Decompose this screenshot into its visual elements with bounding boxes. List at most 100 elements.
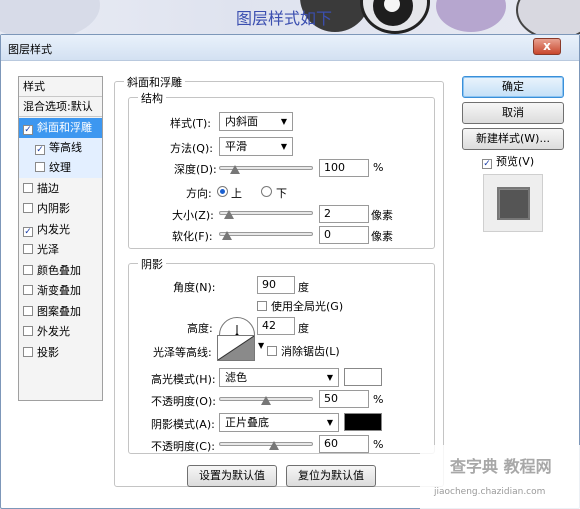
global-light-row[interactable]: 使用全局光(G) <box>257 298 343 314</box>
altitude-label: 高度: <box>187 322 213 335</box>
soften-slider-thumb[interactable] <box>222 231 232 240</box>
gloss-contour-picker[interactable] <box>217 335 255 361</box>
window-title: 图层样式 <box>8 43 52 56</box>
depth-input[interactable]: 100 <box>319 159 369 177</box>
outer-glow-checkbox[interactable] <box>23 326 33 336</box>
list-item-gradient-overlay[interactable]: 渐变叠加 <box>19 281 102 301</box>
watermark-url: jiaocheng.chazidian.com <box>434 487 546 497</box>
soften-slider-track[interactable] <box>219 232 313 236</box>
technique-select-value: 平滑 <box>225 140 247 153</box>
style-list-header[interactable]: 样式 <box>19 77 102 97</box>
list-item-outer-glow[interactable]: 外发光 <box>19 322 102 342</box>
direction-down-radio[interactable] <box>261 186 272 197</box>
altitude-unit: 度 <box>298 322 309 335</box>
make-default-button[interactable]: 设置为默认值 <box>187 465 277 487</box>
list-item-label: 等高线 <box>49 141 82 154</box>
style-label: 样式(T): <box>170 117 212 130</box>
close-button[interactable]: x <box>533 38 561 55</box>
inner-glow-checkbox[interactable]: ✓ <box>23 227 33 237</box>
preview-swatch <box>497 187 530 220</box>
contour-checkbox[interactable]: ✓ <box>35 145 45 155</box>
list-item-satin[interactable]: 光泽 <box>19 240 102 260</box>
title-bar[interactable]: 图层样式 x <box>1 35 579 61</box>
shadow-opacity-label: 不透明度(C): <box>151 440 215 453</box>
list-item-label: 混合选项:默认 <box>23 100 93 113</box>
chevron-down-icon: ▼ <box>326 373 333 382</box>
texture-checkbox[interactable] <box>35 162 45 172</box>
highlight-opacity-label: 不透明度(O): <box>151 395 216 408</box>
bevel-emboss-checkbox[interactable]: ✓ <box>23 125 33 135</box>
list-item-stroke[interactable]: 描边 <box>19 179 102 199</box>
list-item-label: 外发光 <box>37 325 70 338</box>
preview-checkbox[interactable]: ✓ <box>482 159 492 169</box>
list-item-drop-shadow[interactable]: 投影 <box>19 343 102 363</box>
shadow-mode-select[interactable]: 正片叠底 ▼ <box>219 413 339 432</box>
technique-select[interactable]: 平滑 ▼ <box>219 137 293 156</box>
preview-label: 预览(V) <box>496 155 535 168</box>
style-select[interactable]: 内斜面 ▼ <box>219 112 293 131</box>
color-overlay-checkbox[interactable] <box>23 265 33 275</box>
list-item-contour[interactable]: ✓ 等高线 <box>19 138 102 158</box>
antialias-checkbox[interactable] <box>267 346 277 356</box>
drop-shadow-checkbox[interactable] <box>23 347 33 357</box>
shadow-opacity-track[interactable] <box>219 442 313 446</box>
banner-title: 图层样式如下 <box>236 9 333 28</box>
depth-slider-thumb[interactable] <box>229 165 240 174</box>
list-item-bevel-emboss[interactable]: ✓ 斜面和浮雕 <box>19 118 102 138</box>
list-item-blending-options[interactable]: 混合选项:默认 <box>19 97 102 117</box>
preview-area <box>483 174 543 232</box>
shadow-opacity-input[interactable]: 60 <box>319 435 369 453</box>
list-item-inner-glow[interactable]: ✓ 内发光 <box>19 220 102 240</box>
technique-label: 方法(Q): <box>170 142 213 155</box>
direction-up-radio[interactable] <box>217 186 228 197</box>
preview-row[interactable]: ✓ 预览(V) <box>482 153 534 169</box>
size-slider-thumb[interactable] <box>223 210 234 219</box>
altitude-input[interactable]: 42 <box>257 317 295 335</box>
angle-unit: 度 <box>298 281 309 294</box>
bevel-emboss-title: 斜面和浮雕 <box>124 74 185 90</box>
direction-down-label: 下 <box>276 187 287 200</box>
cancel-button[interactable]: 取消 <box>462 102 564 124</box>
list-item-label: 颜色叠加 <box>37 264 81 277</box>
global-light-checkbox[interactable] <box>257 301 267 311</box>
ok-button[interactable]: 确定 <box>462 76 564 98</box>
depth-unit: % <box>373 161 384 174</box>
stroke-checkbox[interactable] <box>23 183 33 193</box>
watermark: 查字典 教程网 jiaocheng.chazidian.com <box>420 445 580 509</box>
size-unit: 像素 <box>371 209 393 222</box>
highlight-opacity-input[interactable]: 50 <box>319 390 369 408</box>
list-item-label: 图案叠加 <box>37 305 81 318</box>
antialias-row[interactable]: 消除锯齿(L) <box>267 343 340 359</box>
list-item-texture[interactable]: 纹理 <box>19 158 102 178</box>
list-item-label: 光泽 <box>37 243 59 256</box>
highlight-mode-value: 滤色 <box>225 371 247 384</box>
soften-label: 软化(F): <box>172 230 213 243</box>
size-input[interactable]: 2 <box>319 205 369 223</box>
layer-style-dialog: 图层样式 x 样式 混合选项:默认 ✓ 斜面和浮雕 ✓ 等高线 纹理 描边 内阴影 … <box>0 34 580 509</box>
gloss-contour-dropdown-icon[interactable]: ▼ <box>258 341 264 350</box>
highlight-mode-select[interactable]: 滤色 ▼ <box>219 368 339 387</box>
new-style-button[interactable]: 新建样式(W)... <box>462 128 564 150</box>
list-item-label: 描边 <box>37 182 59 195</box>
shadow-opacity-thumb[interactable] <box>268 441 279 450</box>
pattern-overlay-checkbox[interactable] <box>23 306 33 316</box>
inner-shadow-checkbox[interactable] <box>23 203 33 213</box>
satin-checkbox[interactable] <box>23 244 33 254</box>
soften-input[interactable]: 0 <box>319 226 369 244</box>
list-item-pattern-overlay[interactable]: 图案叠加 <box>19 302 102 322</box>
shadow-color-swatch[interactable] <box>344 413 382 431</box>
style-select-value: 内斜面 <box>225 115 258 128</box>
gradient-overlay-checkbox[interactable] <box>23 285 33 295</box>
list-item-inner-shadow[interactable]: 内阴影 <box>19 199 102 219</box>
chevron-down-icon: ▼ <box>280 117 287 126</box>
list-item-label: 内发光 <box>37 223 70 236</box>
gloss-contour-label: 光泽等高线: <box>153 346 212 359</box>
highlight-opacity-thumb[interactable] <box>261 396 271 405</box>
list-item-color-overlay[interactable]: 颜色叠加 <box>19 261 102 281</box>
highlight-opacity-unit: % <box>373 393 384 406</box>
angle-input[interactable]: 90 <box>257 276 295 294</box>
highlight-color-swatch[interactable] <box>344 368 382 386</box>
antialias-label: 消除锯齿(L) <box>281 345 340 358</box>
chevron-down-icon: ▼ <box>280 142 287 151</box>
reset-default-button[interactable]: 复位为默认值 <box>286 465 376 487</box>
